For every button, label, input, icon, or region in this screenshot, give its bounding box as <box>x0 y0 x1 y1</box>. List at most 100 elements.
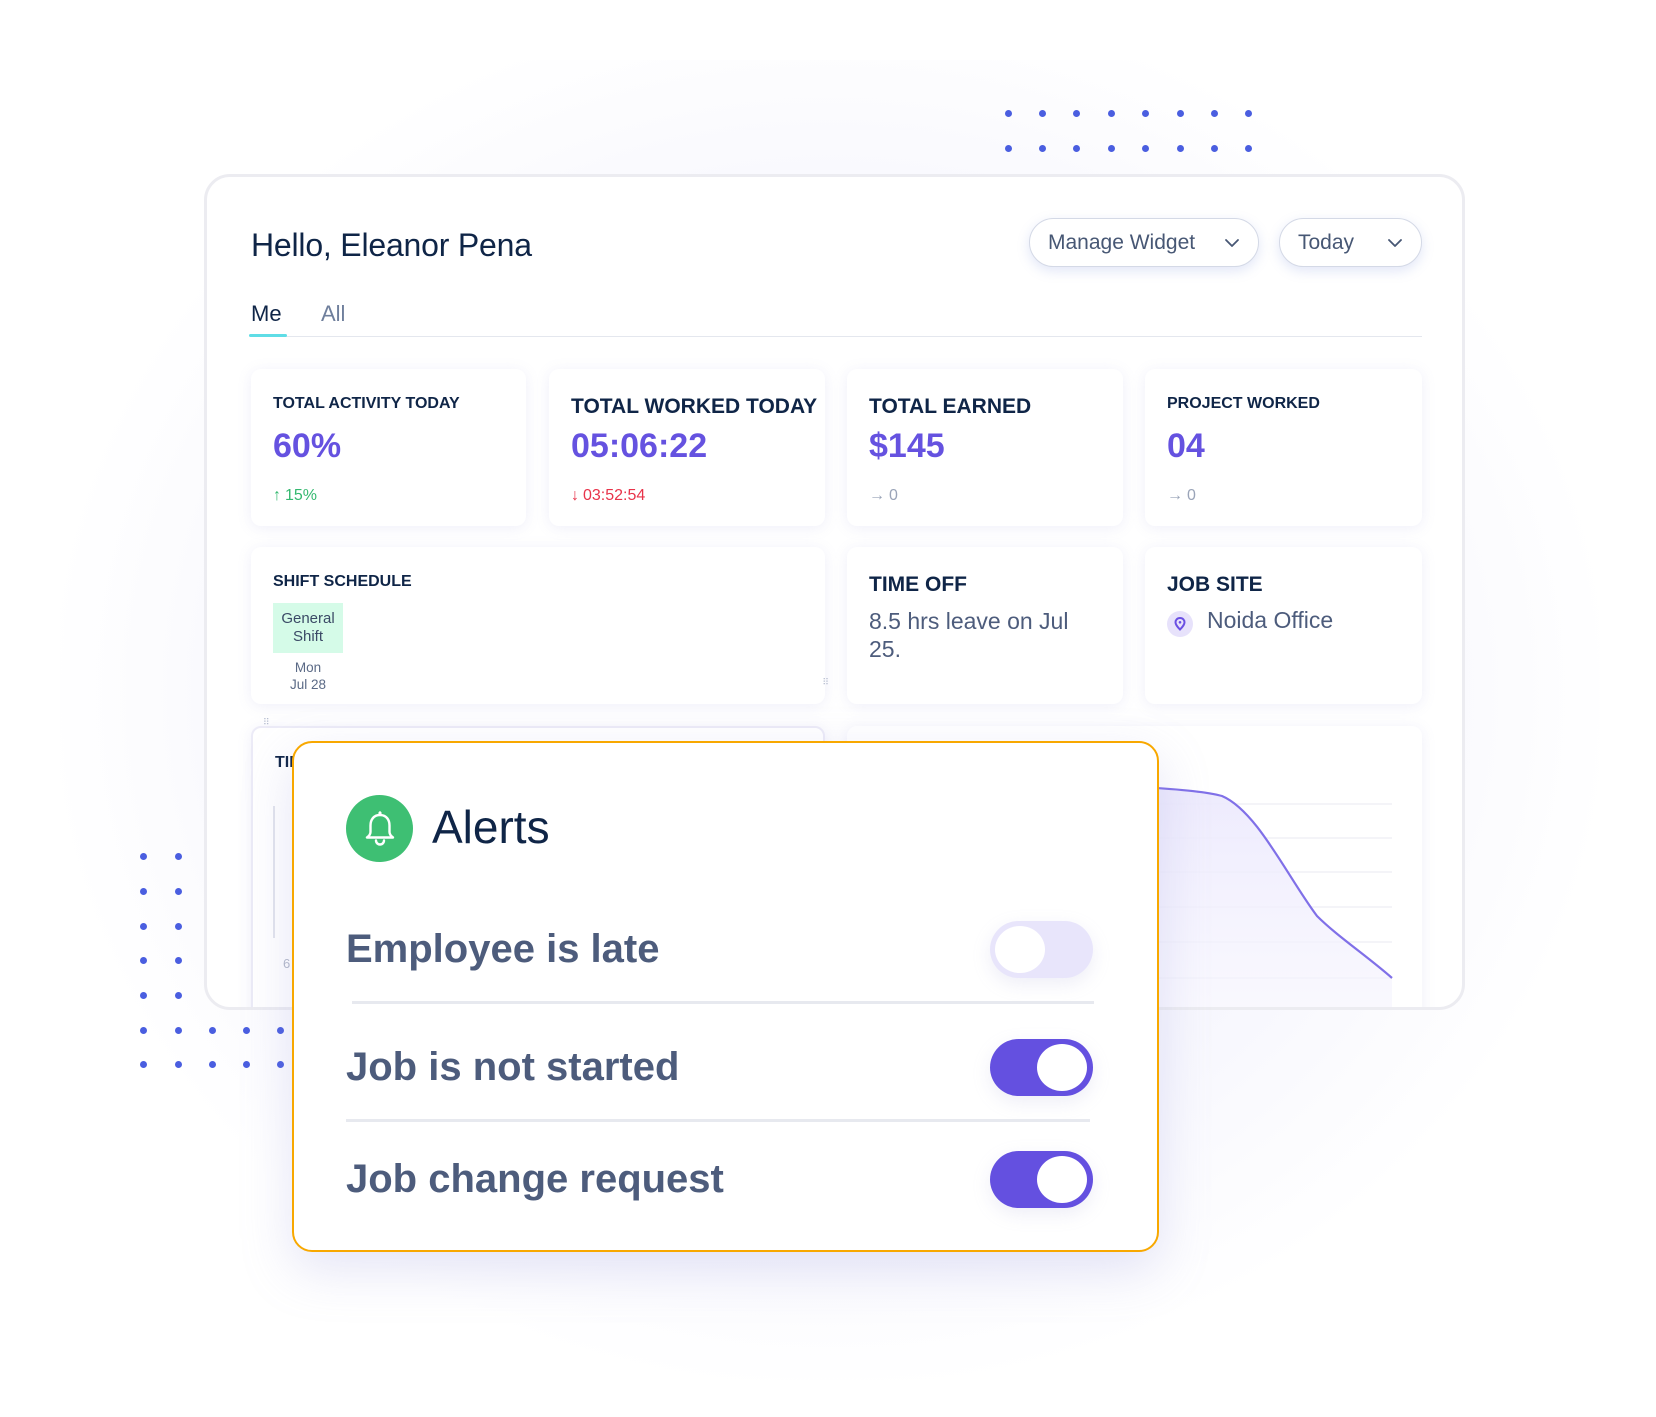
widget-title: TIME OFF <box>869 573 967 596</box>
row-divider <box>352 1001 1094 1004</box>
widget-delta: → 0 <box>1167 487 1196 505</box>
time-off-text: 8.5 hrs leave on Jul 25. <box>869 608 1069 662</box>
widget-shift-schedule[interactable]: SHIFT SCHEDULE General Shift Mon Jul 28 ⠿ <box>251 547 829 704</box>
chevron-down-icon <box>1224 235 1240 251</box>
decorative-dot <box>139 1060 147 1068</box>
decorative-dot <box>1244 144 1252 152</box>
arrow-down-icon: ↓ <box>571 487 579 504</box>
greeting-title: Hello, Eleanor Pena <box>251 227 532 263</box>
decorative-dot <box>1038 109 1046 117</box>
decorative-dot <box>1141 109 1149 117</box>
decorative-dot <box>1072 144 1080 152</box>
widget-value: 60% <box>273 427 342 465</box>
shift-date: Mon Jul 28 <box>273 659 343 693</box>
location-pin-icon <box>1167 611 1193 637</box>
widget-title: TOTAL EARNED <box>869 395 1032 418</box>
date-range-dropdown[interactable]: Today <box>1279 218 1422 267</box>
tab-all-label: All <box>321 301 346 326</box>
job-site-location: Noida Office <box>1207 607 1334 633</box>
widget-job-site[interactable]: JOB SITE Noida Office <box>1145 547 1422 704</box>
delta-value: 0 <box>889 487 898 504</box>
widget-total-worked[interactable]: TOTAL WORKED TODAY 05:06:22 ↓ 03:52:54 <box>549 369 825 526</box>
decorative-dot <box>139 852 147 860</box>
alert-row-employee-late: Employee is late <box>346 893 1094 1005</box>
decorative-dot <box>276 1060 284 1068</box>
toggle-job-not-started[interactable] <box>990 1039 1093 1096</box>
toggle-knob <box>995 926 1045 973</box>
widget-delta: ↓ 03:52:54 <box>571 487 645 505</box>
decorative-dot <box>174 1060 182 1068</box>
widget-total-earned[interactable]: TOTAL EARNED $145 → 0 <box>847 369 1123 526</box>
decorative-dot <box>174 922 182 930</box>
arrow-right-icon: → <box>869 487 885 504</box>
axis-label: 6 <box>283 956 291 971</box>
delta-value: 15% <box>285 487 318 504</box>
decorative-dot <box>139 991 147 999</box>
widget-value: 05:06:22 <box>571 427 708 465</box>
decorative-dot <box>174 1026 182 1034</box>
decorative-dot <box>276 1026 284 1034</box>
decorative-dot <box>1004 109 1012 117</box>
widget-delta: ↑ 15% <box>273 487 317 505</box>
decorative-dot <box>1072 109 1080 117</box>
alert-label: Employee is late <box>346 927 660 971</box>
delta-value: 0 <box>1187 487 1196 504</box>
decorative-dot <box>139 922 147 930</box>
widget-project-worked[interactable]: PROJECT WORKED 04 → 0 <box>1145 369 1422 526</box>
row-divider <box>346 1119 1090 1122</box>
toggle-job-change-request[interactable] <box>990 1151 1093 1208</box>
tab-me[interactable]: Me <box>249 301 287 337</box>
shift-day: Mon <box>294 660 322 675</box>
decorative-dot <box>1210 144 1218 152</box>
widget-title: TOTAL ACTIVITY TODAY <box>273 395 460 412</box>
view-tabs: Me All <box>249 301 1422 337</box>
toggle-knob <box>1037 1156 1087 1203</box>
decorative-dot <box>174 887 182 895</box>
bell-icon <box>346 795 413 862</box>
decorative-dot <box>208 1026 216 1034</box>
widget-title: TOTAL WORKED TODAY <box>571 395 818 418</box>
toggle-knob <box>1037 1044 1087 1091</box>
manage-widget-dropdown[interactable]: Manage Widget <box>1029 218 1259 267</box>
decorative-dot <box>1004 144 1012 152</box>
resize-handle-icon[interactable]: ⠿ <box>822 677 829 688</box>
decorative-dot <box>208 1060 216 1068</box>
shift-block[interactable]: General Shift <box>273 603 343 653</box>
decorative-dot <box>139 887 147 895</box>
widget-delta: → 0 <box>869 487 898 505</box>
decorative-dot <box>174 956 182 964</box>
manage-widget-label: Manage Widget <box>1048 230 1196 254</box>
decorative-dot <box>1210 109 1218 117</box>
alerts-title: Alerts <box>432 801 550 853</box>
decorative-dot <box>139 956 147 964</box>
alert-row-job-change-request: Job change request <box>346 1123 1094 1235</box>
alerts-panel: Alerts Employee is late Job is not start… <box>292 741 1159 1252</box>
arrow-right-icon: → <box>1167 487 1183 504</box>
chart-axis <box>273 806 275 938</box>
decorative-dot <box>242 1026 250 1034</box>
decorative-dot <box>1038 144 1046 152</box>
decorative-dot <box>1244 109 1252 117</box>
alert-row-job-not-started: Job is not started <box>346 1011 1094 1123</box>
arrow-up-icon: ↑ <box>273 487 281 504</box>
decorative-dot <box>1176 144 1184 152</box>
decorative-dot <box>1107 109 1115 117</box>
active-tab-indicator <box>249 334 287 337</box>
widget-title: PROJECT WORKED <box>1167 395 1320 412</box>
widget-title: JOB SITE <box>1167 573 1263 596</box>
decorative-dot <box>1176 109 1184 117</box>
shift-date-value: Jul 28 <box>289 677 327 692</box>
widget-title: SHIFT SCHEDULE <box>273 573 412 590</box>
decorative-dot <box>139 1026 147 1034</box>
chevron-down-icon <box>1387 235 1403 251</box>
widget-value: 04 <box>1167 427 1205 465</box>
tab-me-label: Me <box>251 301 282 326</box>
toggle-employee-late[interactable] <box>990 921 1093 978</box>
widget-total-activity[interactable]: TOTAL ACTIVITY TODAY 60% ↑ 15% <box>251 369 526 526</box>
date-range-label: Today <box>1298 230 1355 254</box>
widget-value: $145 <box>869 427 945 465</box>
tab-all[interactable]: All <box>321 301 345 327</box>
widget-time-off[interactable]: TIME OFF 8.5 hrs leave on Jul 25. <box>847 547 1123 704</box>
alert-label: Job is not started <box>346 1045 680 1089</box>
decorative-dot <box>174 991 182 999</box>
